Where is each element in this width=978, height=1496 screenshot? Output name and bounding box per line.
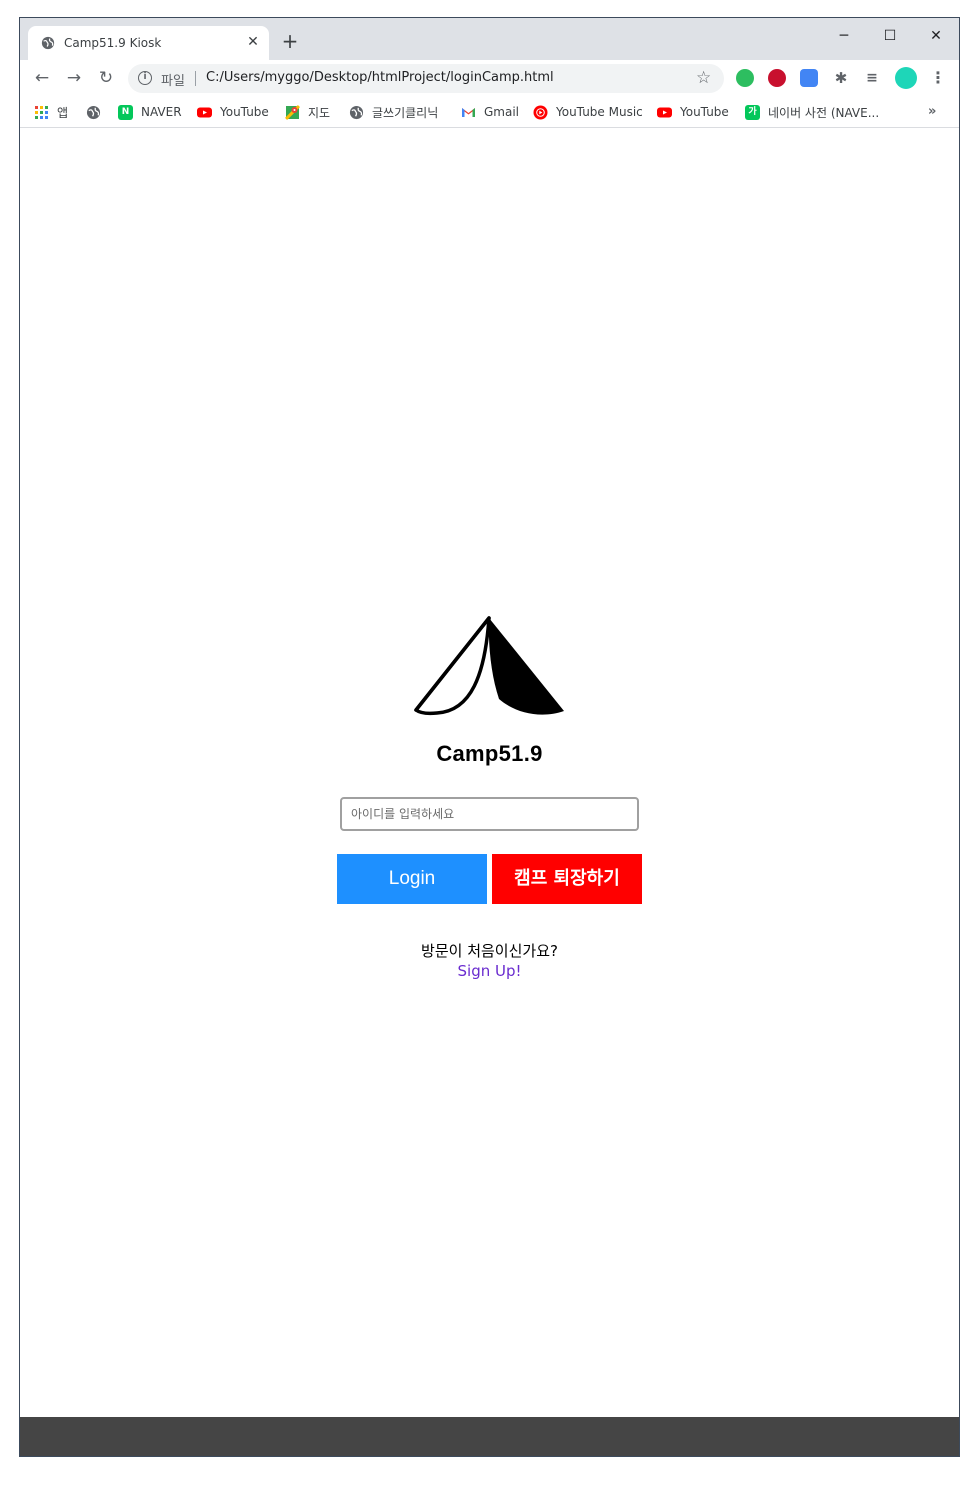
tab-camp-kiosk[interactable]: Camp51.9 Kiosk ✕ [28, 26, 269, 60]
bookmark-youtube-music[interactable]: YouTube Music [533, 102, 643, 122]
youtube-icon [657, 107, 672, 117]
globe-icon [349, 105, 364, 119]
youtube-icon [197, 107, 212, 117]
naver-dict-icon: 가 [745, 104, 760, 120]
gmail-icon [462, 107, 475, 117]
naver-icon: N [118, 104, 133, 120]
tab-title: Camp51.9 Kiosk [64, 36, 162, 50]
omnibox-separator [195, 71, 196, 86]
bookmarks-bar: 앱 N NAVER YouTube 지도 글쓰기클리닉 Gmail YouTub… [20, 96, 959, 128]
pdf-extension-icon[interactable] [768, 69, 786, 87]
bookmark-star-icon[interactable]: ☆ [696, 68, 711, 88]
extensions-puzzle-icon[interactable]: ✱ [832, 69, 850, 87]
maximize-button[interactable]: ☐ [867, 22, 913, 50]
evernote-extension-icon[interactable] [736, 69, 754, 87]
bookmarks-overflow-button[interactable]: » [928, 104, 936, 119]
bookmark-youtube[interactable]: YouTube [197, 102, 269, 122]
browser-menu-icon[interactable]: ⋮ [930, 67, 946, 89]
id-input[interactable]: 아이디를 입력하세요 [340, 797, 639, 831]
browser-window: Camp51.9 Kiosk ✕ + ─ ☐ ✕ ← → ↻ i 파일 C:/U… [19, 17, 960, 1457]
maps-icon [285, 104, 300, 120]
bookmark-label: YouTube [680, 105, 729, 119]
reload-button[interactable]: ↻ [95, 67, 117, 89]
back-button[interactable]: ← [31, 67, 53, 89]
apps-grid-icon [35, 105, 48, 119]
minimize-button[interactable]: ─ [821, 22, 867, 50]
bookmark-youtube-2[interactable]: YouTube [657, 102, 729, 122]
tab-close-icon[interactable]: ✕ [244, 33, 262, 51]
tent-logo-icon [414, 616, 564, 716]
bookmark-label: Gmail [484, 105, 520, 119]
translate-extension-icon[interactable] [800, 69, 818, 87]
browser-toolbar: ← → ↻ i 파일 C:/Users/myggo/Desktop/htmlPr… [20, 60, 959, 96]
bookmark-label: YouTube Music [556, 105, 643, 119]
login-button[interactable]: Login [337, 854, 487, 904]
exit-camp-button[interactable]: 캠프 퇴장하기 [492, 854, 642, 904]
bookmark-label: 네이버 사전 (NAVE... [768, 105, 880, 120]
bookmark-gmail[interactable]: Gmail [461, 102, 519, 122]
bookmark-naver-dictionary[interactable]: 가 네이버 사전 (NAVE... [745, 102, 879, 122]
signup-link[interactable]: Sign Up! [20, 962, 959, 980]
bookmark-label: 지도 [308, 105, 331, 120]
bookmark-naver[interactable]: N NAVER [118, 102, 182, 122]
bookmark-writing-clinic[interactable]: 글쓰기클리닉 [349, 102, 438, 122]
bookmark-apps[interactable]: 앱 [34, 102, 68, 122]
bookmark-label: 글쓰기클리닉 [372, 105, 439, 120]
media-queue-icon[interactable]: ≡ [863, 69, 881, 87]
globe-icon [41, 36, 55, 50]
first-visit-text: 방문이 처음이신가요? [421, 942, 558, 960]
globe-icon [86, 105, 101, 119]
file-scheme-label: 파일 [161, 74, 185, 89]
close-window-button[interactable]: ✕ [913, 22, 959, 50]
bookmark-label: YouTube [220, 105, 269, 119]
new-tab-button[interactable]: + [280, 31, 300, 51]
profile-avatar[interactable] [895, 67, 917, 89]
youtube-music-icon [533, 105, 548, 119]
page-content: Camp51.9 아이디를 입력하세요 Login 캠프 퇴장하기 방문이 처음… [20, 129, 959, 1417]
bookmark-globe[interactable] [86, 102, 101, 122]
page-footer [20, 1417, 959, 1456]
bookmark-label: NAVER [141, 105, 182, 119]
brand-title: Camp51.9 [436, 741, 543, 766]
address-bar[interactable]: i 파일 C:/Users/myggo/Desktop/htmlProject/… [128, 64, 724, 93]
forward-button[interactable]: → [63, 67, 85, 89]
site-info-icon[interactable]: i [138, 71, 152, 85]
tab-strip: Camp51.9 Kiosk ✕ + ─ ☐ ✕ [20, 18, 959, 60]
bookmark-label: 앱 [57, 105, 69, 120]
bookmark-maps[interactable]: 지도 [285, 102, 330, 122]
url-text[interactable]: C:/Users/myggo/Desktop/htmlProject/login… [206, 70, 554, 85]
